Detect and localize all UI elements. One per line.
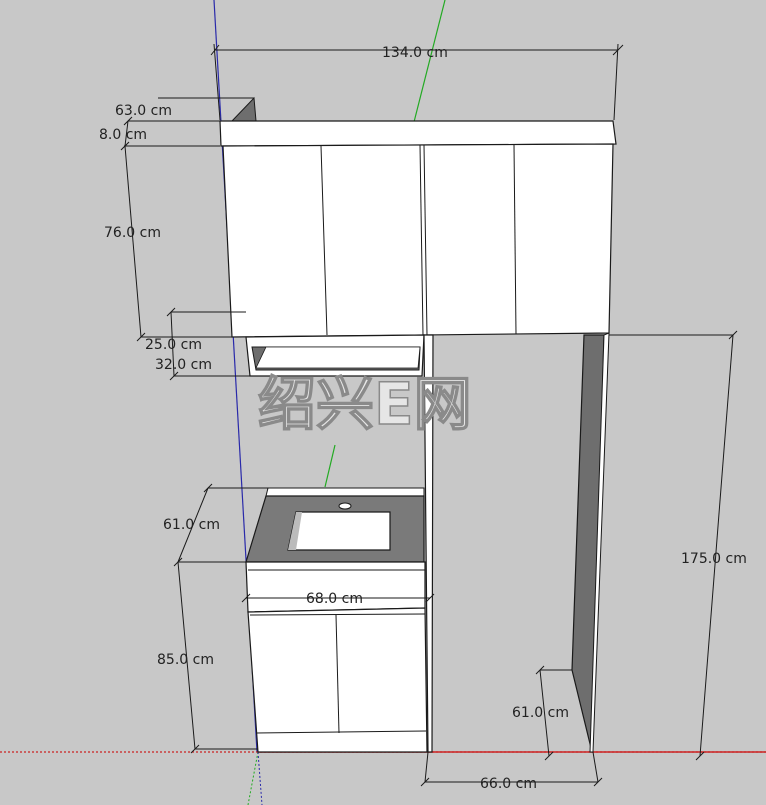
cabinet-drawing: 134.0 cm 63.0 cm 8.0 cm 76.0 cm 25.0 cm … [0, 0, 766, 805]
dim-vanity-height: 85.0 cm [157, 652, 214, 668]
dim-total-width: 134.0 cm [382, 45, 448, 61]
dim-top-board: 8.0 cm [99, 127, 147, 143]
top-board [219, 120, 617, 147]
dim-vanity-width: 68.0 cm [306, 591, 363, 607]
watermark: 绍兴E网 [258, 370, 472, 438]
dim-right-depth: 61.0 cm [512, 705, 569, 721]
dim-right-width: 66.0 cm [480, 776, 537, 792]
sketchup-viewport[interactable]: 134.0 cm 63.0 cm 8.0 cm 76.0 cm 25.0 cm … [0, 0, 766, 805]
dim-upper-height: 76.0 cm [104, 225, 161, 241]
axis-green-line [413, 0, 446, 123]
dim-depth-top: 63.0 cm [115, 103, 172, 119]
upper-cabinet [222, 143, 614, 338]
sink-basin [287, 511, 391, 551]
dim-niche-gap: 25.0 cm [145, 337, 202, 353]
countertop-lip [265, 487, 425, 497]
niche-back [255, 346, 421, 369]
dim-niche-bottom: 32.0 cm [155, 357, 212, 373]
axis-blue-dotted [257, 751, 263, 805]
axis-green-dotted [247, 751, 259, 805]
dim-counter-depth: 61.0 cm [163, 517, 220, 533]
upper-side-panel [230, 96, 257, 122]
axis-green-line-lower [324, 444, 336, 488]
faucet-hole [338, 502, 352, 510]
dim-right-height: 175.0 cm [681, 551, 747, 567]
